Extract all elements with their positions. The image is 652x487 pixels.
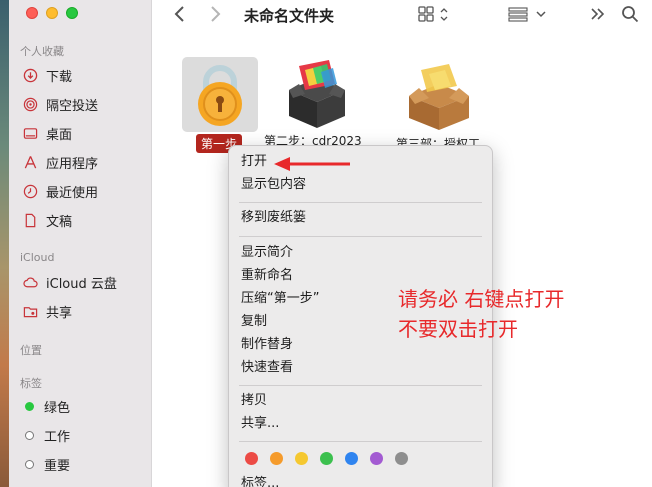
grid-view-icon[interactable] (418, 6, 450, 29)
sidebar-item-recents[interactable]: 最近使用 (22, 180, 147, 202)
annotation-line-2: 不要双击打开 (398, 317, 518, 341)
sidebar-item-label: iCloud 云盘 (46, 276, 117, 292)
sidebar-item-desktop[interactable]: 桌面 (22, 122, 147, 144)
sidebar-item-downloads[interactable]: 下载 (22, 64, 147, 86)
sidebar-item-label: 隔空投送 (46, 98, 99, 114)
menu-item-move-to-trash[interactable]: 移到废纸篓 (241, 208, 306, 228)
locations-header: 位置 (20, 344, 42, 357)
file-item-step3[interactable] (405, 60, 473, 134)
window-title: 未命名文件夹 (244, 7, 335, 25)
sidebar-item-label: 工作 (44, 429, 71, 445)
sidebar-item-shared[interactable]: 共享 (22, 300, 147, 322)
sidebar-item-tag-work[interactable]: 工作 (22, 424, 147, 446)
tag-color-orange[interactable] (270, 452, 283, 465)
lock-icon (188, 65, 252, 132)
menu-item-show-package-contents[interactable]: 显示包内容 (241, 175, 306, 195)
forward-chevron-icon[interactable] (208, 4, 222, 29)
sidebar-item-label: 共享 (46, 305, 73, 321)
menu-separator (239, 236, 482, 237)
menu-item-make-alias[interactable]: 制作替身 (241, 335, 293, 355)
zoom-button[interactable] (66, 7, 78, 19)
favorites-header: 个人收藏 (20, 45, 64, 58)
sidebar-item-tag-green[interactable]: 绿色 (22, 395, 147, 417)
menu-item-copy[interactable]: 拷贝 (241, 391, 267, 411)
tag-color-green[interactable] (320, 452, 333, 465)
menu-separator (239, 441, 482, 442)
green-tag-icon (25, 401, 34, 411)
menu-item-compress[interactable]: 压缩“第一步” (241, 289, 319, 309)
sidebar-item-label: 下载 (46, 69, 73, 85)
menu-item-share[interactable]: 共享... (241, 414, 279, 434)
file-item-step1[interactable] (188, 62, 252, 132)
minimize-button[interactable] (46, 7, 58, 19)
box-icon (405, 64, 473, 134)
menu-item-get-info[interactable]: 显示简介 (241, 243, 293, 263)
menu-item-open[interactable]: 打开 (241, 152, 267, 172)
menu-item-quick-look[interactable]: 快速查看 (241, 358, 293, 378)
applications-icon (22, 154, 38, 170)
tag-color-yellow[interactable] (295, 452, 308, 465)
sidebar-item-documents[interactable]: 文稿 (22, 209, 147, 231)
back-chevron-icon[interactable] (173, 4, 187, 29)
sidebar-item-airdrop[interactable]: 隔空投送 (22, 93, 147, 115)
sidebar-item-icloud-drive[interactable]: iCloud 云盘 (22, 271, 147, 293)
file-item-step2[interactable] (283, 56, 351, 132)
search-icon[interactable] (621, 5, 639, 28)
tags-header: 标签 (20, 377, 42, 390)
menu-separator (239, 202, 482, 203)
menu-separator (239, 385, 482, 386)
airdrop-icon (22, 96, 38, 112)
tag-color-purple[interactable] (370, 452, 383, 465)
sidebar-item-label: 应用程序 (46, 156, 99, 172)
sidebar-item-label: 重要 (44, 458, 71, 474)
window-controls (26, 7, 78, 19)
sidebar-item-tag-important[interactable]: 重要 (22, 453, 147, 475)
sidebar-item-label: 最近使用 (46, 185, 99, 201)
menu-item-rename[interactable]: 重新命名 (241, 266, 293, 286)
tag-circle-icon (25, 459, 34, 469)
menu-item-tags[interactable]: 标签... (241, 474, 279, 487)
icloud-header: iCloud (20, 251, 55, 264)
menu-item-duplicate[interactable]: 复制 (241, 312, 267, 332)
group-by-icon[interactable] (508, 6, 548, 29)
close-button[interactable] (26, 7, 38, 19)
sidebar-item-label: 桌面 (46, 127, 73, 143)
shared-folder-icon (22, 303, 38, 319)
wallpaper-edge (0, 0, 9, 487)
sidebar-item-applications[interactable]: 应用程序 (22, 151, 147, 173)
download-icon (22, 67, 38, 83)
clock-icon (22, 183, 38, 199)
annotation-line-1: 请务必 右键点打开 (398, 287, 565, 311)
tag-color-red[interactable] (245, 452, 258, 465)
cloud-icon (22, 274, 38, 290)
sidebar-item-label: 绿色 (44, 400, 71, 416)
tag-circle-icon (25, 430, 34, 440)
tag-color-gray[interactable] (395, 452, 408, 465)
sidebar: 个人收藏 下载 隔空投送 桌面 应用程序 最近使用 文稿 iCloud iClo… (0, 0, 152, 487)
sidebar-item-label: 文稿 (46, 214, 73, 230)
desktop-icon (22, 125, 38, 141)
document-icon (22, 212, 38, 228)
more-chevrons-icon[interactable] (590, 6, 606, 27)
package-icon (283, 60, 351, 132)
arrow-annotation-icon (272, 155, 352, 177)
tag-color-blue[interactable] (345, 452, 358, 465)
